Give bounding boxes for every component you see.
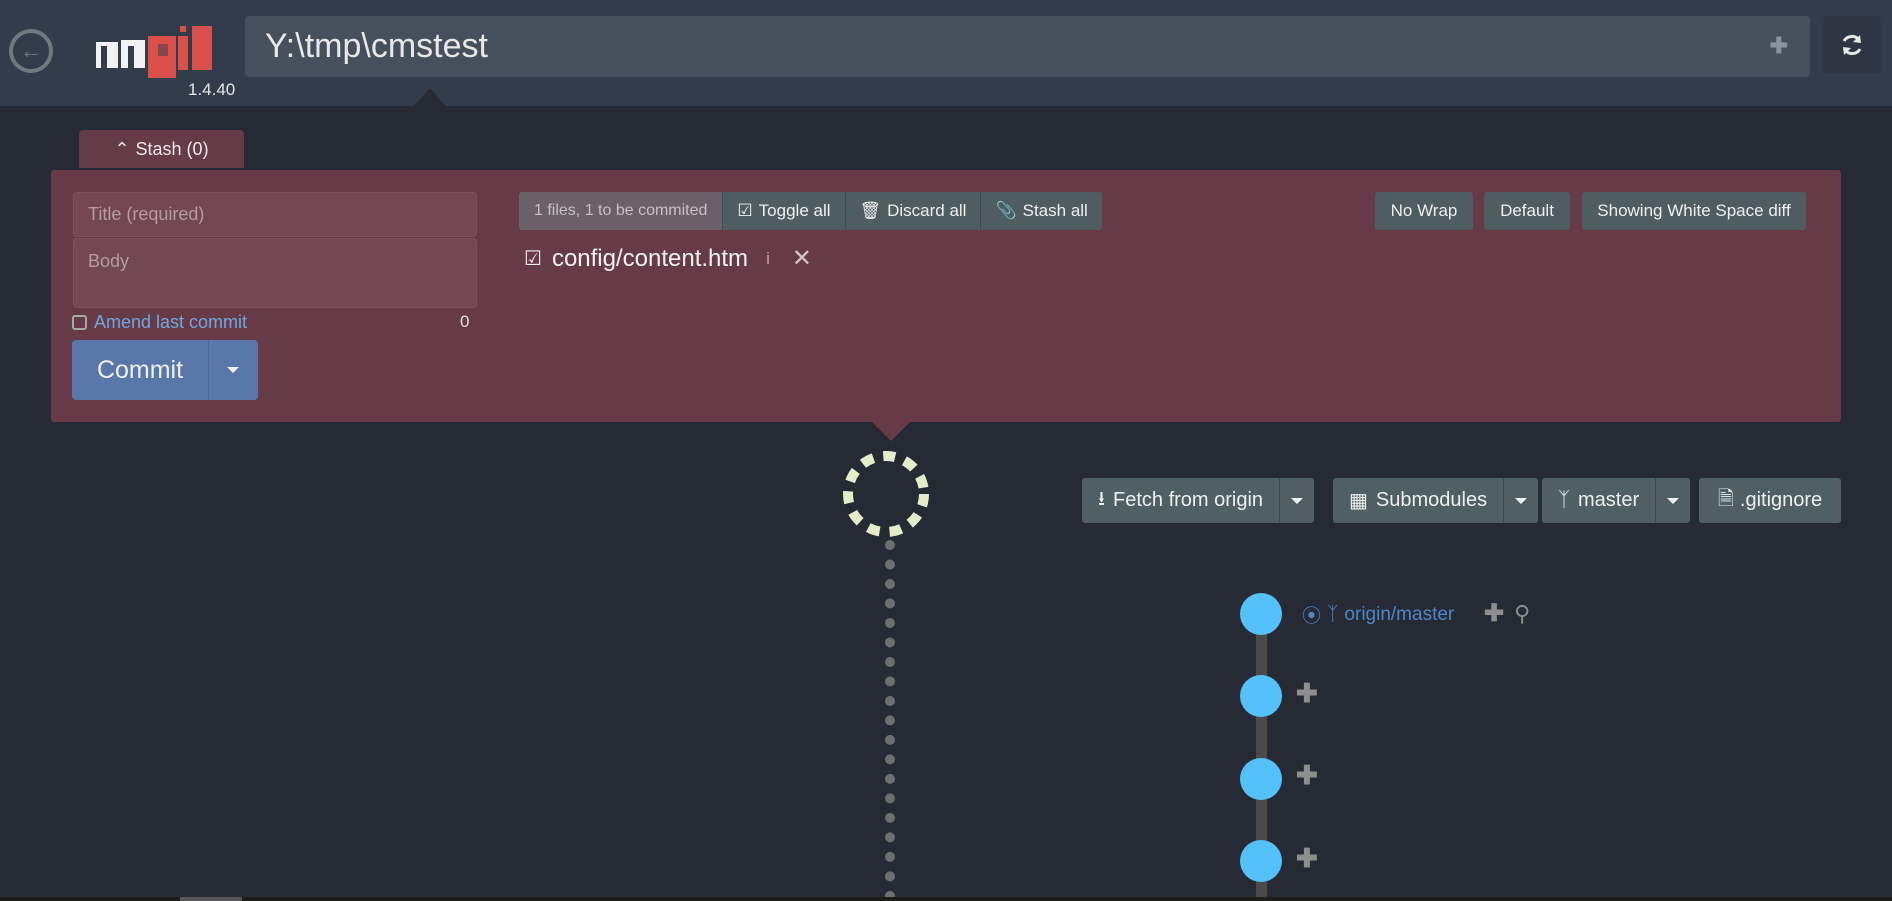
fetch-group: ⭳ Fetch from origin (1082, 478, 1315, 523)
add-ref-icon[interactable]: ✚ (1296, 678, 1318, 709)
topbar-pointer (414, 88, 446, 106)
repo-path-input[interactable]: Y:\tmp\cmstest ✚ (245, 16, 1810, 77)
search-icon[interactable]: ⚲ (1514, 601, 1530, 627)
repo-path-text: Y:\tmp\cmstest (265, 27, 488, 65)
back-arrow-icon[interactable]: ← (9, 29, 53, 73)
file-icon: 🗎 (1717, 487, 1734, 510)
fetch-dropdown[interactable] (1279, 478, 1315, 523)
ref-label: origin/master (1344, 603, 1455, 625)
download-icon: ⭳ (1098, 487, 1105, 510)
discard-all-button[interactable]: 🗑 Discard all (844, 192, 981, 230)
paperclip-icon: 📎 (995, 201, 1017, 220)
stash-label: Stash (0) (135, 138, 209, 159)
amend-checkbox[interactable]: Amend last commit (72, 312, 247, 333)
grid-icon: ▦ (1349, 490, 1368, 512)
commit-node[interactable] (1240, 758, 1282, 800)
commit-title-placeholder: Title (required) (88, 204, 205, 224)
commit-title-input[interactable]: Title (required) (73, 192, 477, 237)
stash-all-label: Stash all (1022, 201, 1088, 220)
branch-icon: ᛉ (1327, 603, 1339, 625)
scrollbar[interactable] (180, 897, 242, 901)
check-icon: ☑ (737, 201, 753, 220)
top-bar: ← 1.4.40 Y:\tmp\cmstest ✚ (0, 0, 1892, 106)
commit-node[interactable] (1240, 675, 1282, 717)
stash-toggle-button[interactable]: ⌃ Stash (0) (79, 130, 244, 168)
file-checkbox-icon[interactable]: ☑ (524, 246, 542, 271)
commit-node[interactable] (1240, 593, 1282, 635)
checkbox-icon (72, 315, 87, 330)
discard-all-label: Discard all (887, 201, 967, 220)
submodules-group: ▦ Submodules (1333, 478, 1539, 523)
branch-dropdown[interactable] (1655, 478, 1691, 523)
file-info-icon[interactable]: i (766, 249, 770, 269)
toggle-all-label: Toggle all (758, 201, 831, 220)
staging-panel-pointer (872, 422, 910, 441)
app-version: 1.4.40 (188, 80, 236, 99)
fetch-button[interactable]: ⭳ Fetch from origin (1082, 478, 1280, 523)
amend-label: Amend last commit (94, 312, 248, 332)
stash-all-button[interactable]: 📎 Stash all (980, 192, 1102, 230)
gitignore-button[interactable]: 🗎 .gitignore (1699, 478, 1841, 523)
chevron-down-icon (1515, 497, 1528, 504)
file-count-label: 1 files, 1 to be commited (519, 192, 723, 230)
fetch-label: Fetch from origin (1113, 489, 1264, 511)
title-char-count: 0 (460, 312, 470, 331)
commit-body-input[interactable]: Body (73, 238, 477, 308)
submodules-dropdown[interactable] (1503, 478, 1539, 523)
file-name[interactable]: config/content.htm (552, 245, 748, 273)
refresh-icon (1842, 34, 1862, 55)
remote-ref-origin-master[interactable]: ⦿ ᛉ origin/master (1302, 601, 1454, 628)
commit-node[interactable] (1240, 840, 1282, 882)
ungit-logo (96, 26, 212, 78)
chevron-down-icon (1291, 497, 1304, 504)
commit-button[interactable]: Commit (72, 340, 258, 400)
trash-icon: 🗑 (859, 201, 882, 220)
refresh-button[interactable] (1822, 16, 1882, 73)
add-ref-icon[interactable]: ✚ (1296, 760, 1318, 791)
broadcast-icon: ⦿ (1302, 606, 1322, 627)
gitignore-label: .gitignore (1739, 489, 1823, 511)
loading-spinner-icon (843, 451, 929, 537)
file-toolbar: 1 files, 1 to be commited ☑ Toggle all 🗑… (519, 192, 1102, 230)
file-row[interactable]: ☑ config/content.htm i ✕ (524, 244, 812, 273)
commit-options-dropdown[interactable] (208, 340, 257, 400)
branch-group: ᛉ master (1542, 478, 1691, 523)
branch-icon: ᛉ (1558, 489, 1570, 511)
no-wrap-button[interactable]: No Wrap (1375, 192, 1473, 230)
graph-pending-line (885, 540, 895, 901)
chevron-down-icon (227, 367, 239, 373)
branch-button[interactable]: ᛉ master (1542, 478, 1656, 523)
add-ref-icon[interactable]: ✚ (1484, 599, 1504, 628)
add-path-icon[interactable]: ✚ (1770, 33, 1788, 59)
chevron-up-icon: ⌃ (114, 138, 130, 159)
bottom-strip (0, 897, 1892, 901)
submodules-label: Submodules (1375, 489, 1488, 511)
toggle-all-button[interactable]: ☑ Toggle all (722, 192, 845, 230)
submodules-button[interactable]: ▦ Submodules (1333, 478, 1504, 523)
commit-label: Commit (96, 355, 184, 384)
diff-mode-button[interactable]: Default (1484, 192, 1570, 230)
ref-tools: ✚ ⚲ (1484, 599, 1530, 628)
discard-file-icon[interactable]: ✕ (792, 244, 812, 273)
branch-label: master (1578, 489, 1640, 511)
commit-body-placeholder: Body (88, 251, 130, 271)
whitespace-button[interactable]: Showing White Space diff (1582, 192, 1806, 230)
chevron-down-icon (1667, 497, 1680, 504)
add-ref-icon[interactable]: ✚ (1296, 843, 1318, 874)
